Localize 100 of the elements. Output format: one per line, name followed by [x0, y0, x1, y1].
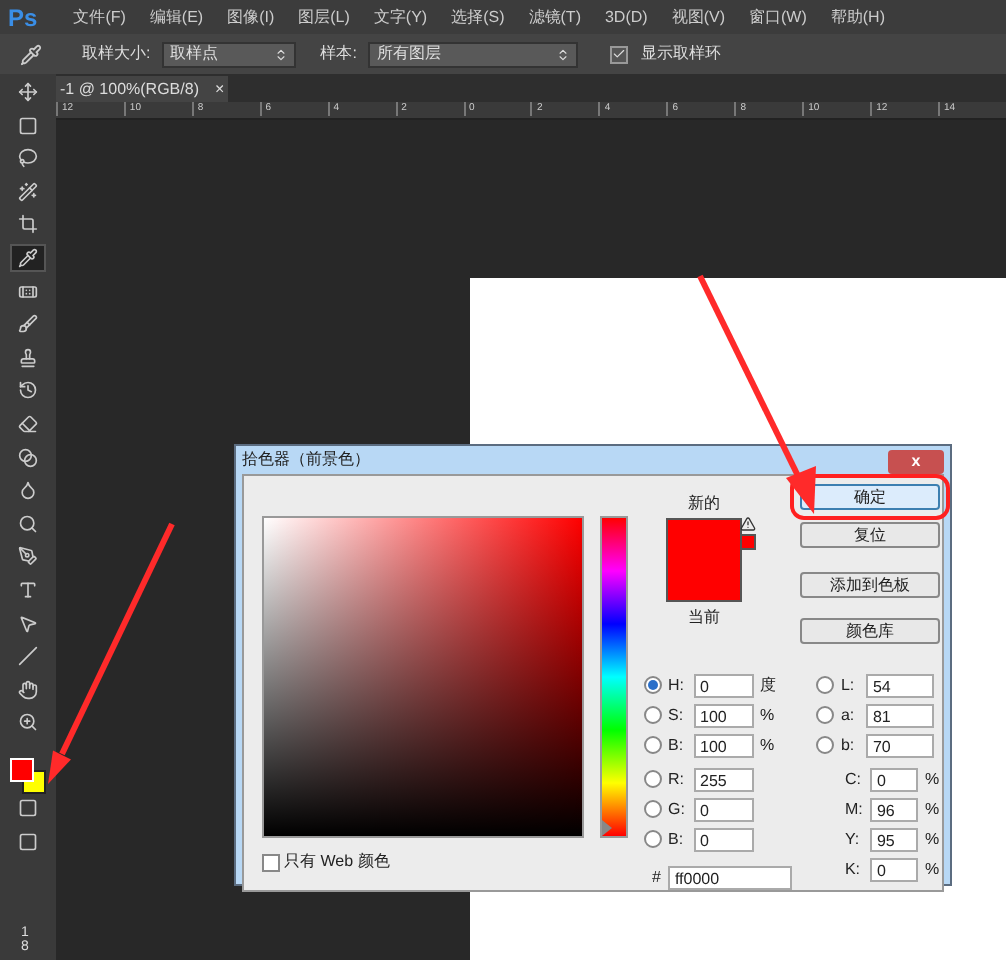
hand-icon: [18, 679, 38, 700]
value-field[interactable]: 0: [694, 673, 754, 697]
sample-label: 样本:: [320, 42, 357, 66]
pointer-icon: [18, 613, 38, 633]
hex-field[interactable]: ff0000: [668, 865, 793, 889]
tab-close-button[interactable]: ×: [214, 77, 225, 101]
close-button[interactable]: x: [888, 450, 944, 474]
unit-label: 度: [760, 673, 776, 697]
radio-button[interactable]: [644, 800, 662, 818]
dropdown-icon: [556, 47, 571, 61]
field-label: C:: [844, 767, 863, 791]
quick-mask-icon[interactable]: [18, 798, 38, 819]
unit-label: %: [924, 767, 940, 791]
menu-item[interactable]: 文字(Y): [373, 5, 428, 29]
field-label: R:: [668, 767, 686, 791]
radio-button[interactable]: [816, 736, 835, 754]
sample-select[interactable]: 所有图层: [368, 41, 579, 67]
sample-size-label: 取样大小:: [82, 42, 151, 66]
value-field[interactable]: 0: [694, 797, 754, 821]
menu-item[interactable]: 3D(D): [604, 5, 648, 29]
eyedropper-icon: [18, 247, 38, 268]
radio-button[interactable]: [644, 830, 662, 848]
value-field[interactable]: 70: [866, 733, 935, 757]
warning-icon[interactable]: [740, 516, 756, 532]
field-label: H:: [668, 673, 686, 697]
value-field[interactable]: 95: [870, 827, 919, 851]
show-ring-label: 显示取样环: [640, 42, 721, 66]
tool-button[interactable]: [10, 243, 46, 272]
menu-item[interactable]: 文件(F): [73, 5, 126, 29]
magnifier-icon: [18, 513, 38, 534]
menu-item[interactable]: 图层(L): [298, 5, 350, 29]
gamut-swatch-icon[interactable]: [740, 534, 756, 550]
field-label: a:: [840, 703, 857, 727]
eyedropper-icon[interactable]: [20, 43, 42, 65]
web-only-label: 只有 Web 颜色: [284, 850, 390, 874]
radio-button[interactable]: [816, 706, 835, 724]
move-icon: [18, 82, 38, 102]
new-color-swatch: [666, 518, 742, 602]
radio-button[interactable]: [644, 706, 662, 724]
value-field[interactable]: 0: [870, 857, 919, 881]
field-label: L:: [840, 673, 857, 697]
sample-size-select[interactable]: 取样点: [162, 41, 297, 67]
unit-label: %: [760, 703, 775, 727]
hue-slider[interactable]: [600, 516, 628, 838]
document-tab[interactable]: -1 @ 100%(RGB/8) ×: [56, 76, 229, 102]
radio-button[interactable]: [644, 676, 662, 694]
field-label: B:: [668, 733, 686, 757]
field-label: b:: [840, 733, 857, 757]
dialog-button[interactable]: 颜色库: [800, 618, 940, 644]
field-label: G:: [668, 797, 687, 821]
field-label: S:: [668, 703, 686, 727]
value-field[interactable]: 81: [866, 703, 935, 727]
unit-label: %: [924, 797, 940, 821]
dialog-button[interactable]: 添加到色板: [800, 572, 940, 598]
color-field[interactable]: [262, 516, 584, 838]
menu-item[interactable]: 帮助(H): [830, 5, 885, 29]
hue-slider-thumb[interactable]: [602, 820, 612, 836]
screen-mode-icon[interactable]: [18, 832, 38, 853]
field-label: Y:: [844, 827, 862, 851]
brush-icon: [18, 314, 38, 335]
stamp-icon: [18, 347, 38, 368]
wand-icon: [18, 181, 38, 202]
document-title: -1 @ 100%(RGB/8): [60, 77, 199, 101]
marquee-icon: [18, 115, 38, 136]
bandage-icon: [18, 281, 38, 302]
radio-button[interactable]: [644, 736, 662, 754]
menu-item[interactable]: 编辑(E): [149, 5, 204, 29]
menu-item[interactable]: 视图(V): [671, 5, 725, 29]
color-swatches-icon[interactable]: [10, 757, 46, 794]
radio-button[interactable]: [816, 676, 835, 694]
value-field[interactable]: 100: [694, 733, 754, 757]
field-label: M:: [844, 797, 865, 821]
web-only-checkbox[interactable]: [262, 853, 280, 871]
value-field[interactable]: 0: [870, 767, 919, 791]
lasso-icon: [18, 148, 38, 169]
menu-item[interactable]: 图像(I): [227, 5, 275, 29]
current-label: 当前: [688, 606, 720, 630]
show-ring-checkbox[interactable]: [610, 45, 629, 63]
value-field[interactable]: 255: [694, 767, 754, 791]
menu-item[interactable]: 滤镜(T): [528, 5, 581, 29]
pen-icon: [18, 546, 38, 567]
radio-button[interactable]: [644, 770, 662, 788]
value-field[interactable]: 54: [866, 673, 935, 697]
history-icon: [18, 380, 38, 401]
dialog-button[interactable]: 复位: [800, 522, 940, 548]
unit-label: %: [760, 733, 775, 757]
unit-label: %: [924, 857, 940, 881]
menu-item[interactable]: 选择(S): [451, 5, 505, 29]
new-label: 新的: [688, 492, 720, 516]
unit-label: %: [924, 827, 940, 851]
value-field[interactable]: 0: [694, 827, 754, 851]
field-label: B:: [668, 827, 686, 851]
type-icon: [18, 579, 38, 600]
menu-item[interactable]: 窗口(W): [749, 5, 807, 29]
drop-icon: [18, 480, 38, 501]
value-field[interactable]: 96: [870, 797, 919, 821]
value-field[interactable]: 100: [694, 703, 754, 727]
field-label: K:: [844, 857, 863, 881]
line-icon: [18, 646, 38, 667]
app-logo: Ps: [8, 1, 38, 35]
